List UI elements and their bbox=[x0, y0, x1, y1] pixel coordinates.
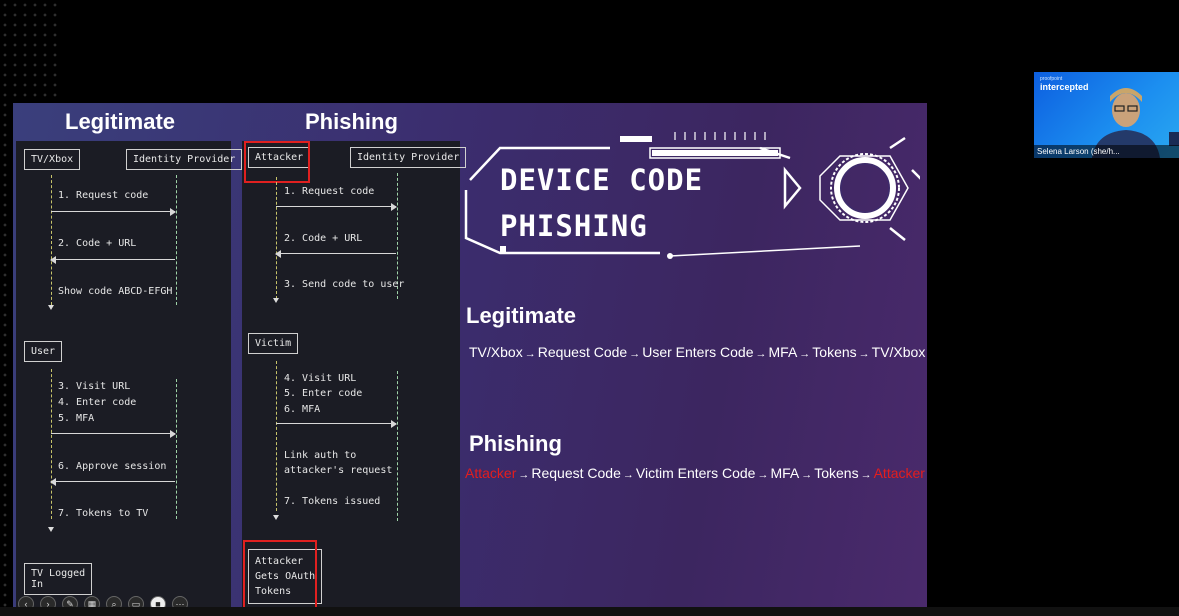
identity-provider-box: Identity Provider bbox=[350, 147, 467, 168]
step-6: 6. Approve session bbox=[58, 461, 167, 472]
flow-step: Attacker bbox=[465, 465, 517, 481]
step-5: 5. MFA bbox=[58, 413, 95, 424]
flow-arrow: → bbox=[799, 348, 811, 360]
flow-step: Request Code bbox=[531, 465, 621, 481]
arrow-down-icon bbox=[273, 515, 279, 520]
flow-step: MFA bbox=[768, 344, 798, 360]
arrow-right bbox=[276, 420, 397, 428]
legitimate-subheading: Legitimate bbox=[466, 303, 577, 328]
step-7: 7. Tokens issued bbox=[284, 496, 381, 507]
lifeline-idp-2 bbox=[397, 371, 398, 521]
flow-arrow: → bbox=[524, 348, 536, 360]
phishing-sequence-panel: Attacker Identity Provider 1. Request co… bbox=[242, 141, 467, 616]
arrow-right bbox=[51, 208, 176, 216]
flow-step: User Enters Code bbox=[642, 344, 754, 360]
step-5: 5. Enter code bbox=[284, 388, 363, 399]
step-1: 1. Request code bbox=[284, 186, 375, 197]
step-7: 7. Tokens to TV bbox=[58, 508, 149, 519]
flow-arrow: → bbox=[518, 469, 530, 481]
arrow-right bbox=[51, 430, 176, 438]
step-3: 3. Visit URL bbox=[58, 381, 131, 392]
flow-arrow: → bbox=[629, 348, 641, 360]
step-4: 4. Visit URL bbox=[284, 373, 357, 384]
link-auth-1: Link auth to bbox=[284, 450, 357, 461]
arrow-down-icon bbox=[48, 305, 54, 310]
flow-arrow: → bbox=[622, 469, 634, 481]
phishing-subheading: Phishing bbox=[469, 431, 562, 456]
device-code-title: DEVICE CODE bbox=[500, 163, 704, 197]
arrow-left bbox=[50, 256, 175, 264]
lifeline-idp-2 bbox=[176, 379, 177, 519]
arrow-right bbox=[276, 203, 397, 211]
step-4: 4. Enter code bbox=[58, 397, 137, 408]
gear-icon bbox=[830, 153, 900, 223]
flow-arrow: → bbox=[755, 348, 767, 360]
banner-bar bbox=[620, 136, 652, 142]
step-6: 6. MFA bbox=[284, 404, 321, 415]
flow-arrow: → bbox=[757, 469, 769, 481]
flow-step: Victim Enters Code bbox=[635, 465, 756, 481]
settings-icon[interactable] bbox=[1169, 132, 1179, 146]
lifeline-attacker bbox=[276, 177, 277, 299]
flow-step: Attacker bbox=[873, 465, 925, 481]
flow-arrow: → bbox=[860, 469, 872, 481]
speaker-name: Selena Larson (she/h... bbox=[1034, 145, 1179, 158]
user-box: User bbox=[24, 341, 63, 362]
phishing-flow: Attacker → Request Code → Victim Enters Code… bbox=[465, 465, 925, 481]
arrow-left bbox=[50, 478, 175, 486]
arrow-down-icon bbox=[48, 527, 54, 532]
flow-step: Request Code bbox=[537, 344, 628, 360]
arrow-down-icon bbox=[273, 298, 279, 303]
logged-line-2: In bbox=[31, 579, 44, 590]
legitimate-sequence-panel: TV/Xbox Identity Provider 1. Request cod… bbox=[16, 141, 243, 616]
lifeline-user bbox=[51, 369, 52, 519]
lifeline-tv bbox=[51, 175, 52, 305]
logged-line-1: TV Logged bbox=[31, 568, 86, 579]
flow-arrow: → bbox=[858, 348, 870, 360]
link-auth-2: attacker's request bbox=[284, 465, 393, 476]
speaker-video-tile[interactable]: proofpoint intercepted Selena Larson (sh… bbox=[1034, 72, 1179, 158]
header-phishing: Phishing bbox=[305, 109, 398, 134]
flow-step: TV/Xbox bbox=[871, 344, 926, 360]
identity-provider-box: Identity Provider bbox=[126, 149, 243, 170]
step-2: 2. Code + URL bbox=[58, 238, 137, 249]
attacker-tokens-highlight bbox=[243, 540, 317, 616]
phishing-title: PHISHING bbox=[500, 209, 648, 243]
step-3: 3. Send code to user bbox=[284, 279, 405, 290]
flow-step: Tokens bbox=[814, 465, 859, 481]
tv-xbox-box: TV/Xbox bbox=[24, 149, 81, 170]
step-2: 2. Code + URL bbox=[284, 233, 363, 244]
step-1: 1. Request code bbox=[58, 190, 149, 201]
tv-logged-in-box: TV Logged In bbox=[24, 563, 93, 595]
arrow-left bbox=[275, 250, 396, 258]
show-code: Show code ABCD-EFGH bbox=[58, 286, 173, 297]
device-code-banner-graphic bbox=[464, 132, 920, 259]
flow-arrow: → bbox=[801, 469, 813, 481]
header-legitimate: Legitimate bbox=[65, 109, 176, 134]
attacker-highlight bbox=[244, 141, 310, 183]
flow-step: Tokens bbox=[812, 344, 857, 360]
horizontal-scrollbar[interactable] bbox=[0, 607, 1179, 616]
victim-box: Victim bbox=[248, 333, 299, 354]
legitimate-flow: TV/Xbox → Request Code → User Enters Code → MF… bbox=[469, 344, 925, 360]
lifeline-idp bbox=[176, 175, 177, 305]
brand-name: intercepted bbox=[1040, 82, 1089, 92]
flow-step: MFA bbox=[770, 465, 800, 481]
flow-step: TV/Xbox bbox=[469, 344, 523, 360]
presentation-slide: Legitimate Phishing TV/Xbox Identity Pro… bbox=[13, 103, 927, 616]
lifeline-victim bbox=[276, 361, 277, 511]
